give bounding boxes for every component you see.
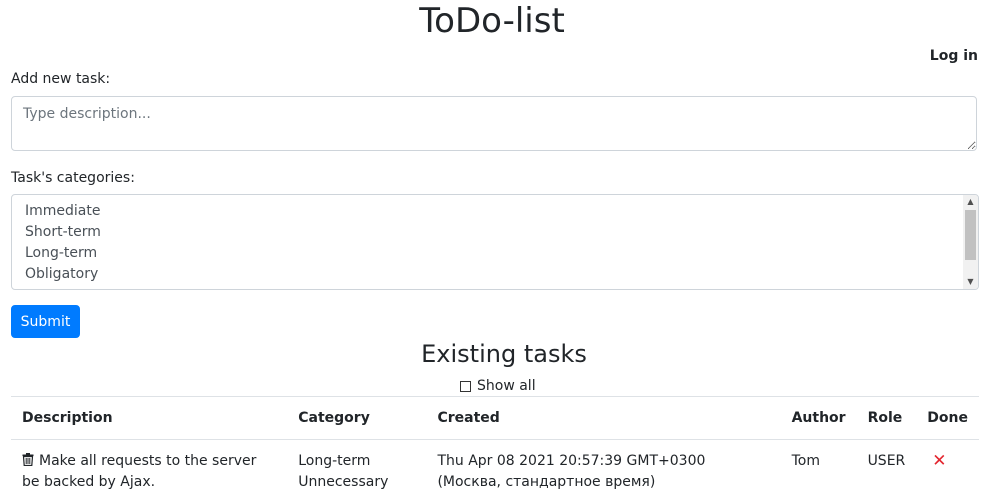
app-title: ToDo-list	[419, 1, 565, 41]
show-all-toggle[interactable]: Show all	[460, 377, 536, 395]
column-header-description: Description	[11, 396, 288, 440]
categories-select[interactable]: Immediate Short-term Long-term Obligator…	[11, 194, 979, 290]
submit-button[interactable]: Submit	[11, 305, 80, 338]
show-all-checkbox[interactable]	[460, 380, 471, 392]
column-header-author: Author	[780, 396, 857, 440]
tasks-table: Description Category Created Author Role…	[11, 396, 979, 504]
categories-list: Immediate Short-term Long-term Obligator…	[12, 195, 962, 289]
task-author-cell: Tom	[791, 453, 820, 469]
task-created-cell: Thu Apr 08 2021 20:57:39 GMT+0300 (Москв…	[437, 453, 706, 490]
show-all-label: Show all	[477, 378, 536, 394]
categories-scrollbar[interactable]: ▲ ▼	[963, 195, 978, 289]
column-header-created: Created	[426, 396, 781, 440]
cross-icon[interactable]: ✕	[927, 451, 946, 472]
task-description-text: Make all requests to the server be backe…	[22, 453, 257, 490]
categories-label: Task's categories:	[11, 170, 135, 186]
category-option-long-term[interactable]: Long-term	[12, 243, 962, 264]
column-header-category: Category	[287, 396, 427, 440]
column-header-role: Role	[856, 396, 917, 440]
table-header-row: Description Category Created Author Role…	[11, 396, 979, 440]
todo-page: ToDo-list Log in Add new task: Task's ca…	[0, 0, 984, 504]
login-link[interactable]: Log in	[930, 48, 978, 64]
task-category: Long-term	[298, 453, 371, 469]
task-role-cell: USER	[867, 453, 906, 469]
category-option-short-term[interactable]: Short-term	[12, 222, 962, 243]
task-category: Unnecessary	[298, 474, 389, 490]
scroll-up-arrow-icon[interactable]: ▲	[963, 195, 978, 209]
task-description-cell: Make all requests to the server be backe…	[11, 440, 287, 504]
column-header-done: Done	[916, 396, 979, 440]
category-option-obligatory[interactable]: Obligatory	[12, 264, 962, 285]
task-done-cell: ✕	[916, 440, 979, 504]
task-description-input[interactable]	[11, 96, 977, 151]
task-category-cell: Long-term Unnecessary	[287, 440, 426, 504]
existing-tasks-title: Existing tasks	[421, 340, 587, 368]
add-task-label: Add new task:	[11, 71, 111, 87]
trash-icon[interactable]	[22, 453, 34, 466]
scroll-down-arrow-icon[interactable]: ▼	[963, 275, 978, 289]
scroll-thumb[interactable]	[965, 210, 976, 260]
category-option-immediate[interactable]: Immediate	[12, 201, 962, 222]
table-row: Make all requests to the server be backe…	[11, 440, 979, 504]
